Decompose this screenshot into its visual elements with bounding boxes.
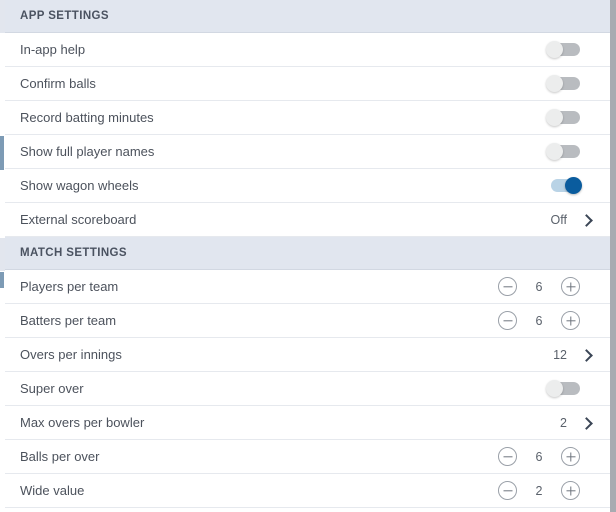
plus-circle-icon[interactable]: [561, 447, 580, 466]
row-external-scoreboard[interactable]: External scoreboard Off: [5, 203, 610, 237]
chevron-right-icon: [581, 417, 592, 428]
row-in-app-help[interactable]: In-app help: [5, 33, 610, 67]
toggle-knob: [546, 109, 563, 126]
plus-circle-icon[interactable]: [561, 481, 580, 500]
row-control: Off: [551, 213, 600, 227]
toggle-super-over[interactable]: [546, 380, 582, 397]
row-overs-per-innings[interactable]: Overs per innings 12: [5, 338, 610, 372]
toggle-knob: [546, 41, 563, 58]
toggle-confirm-balls[interactable]: [546, 75, 582, 92]
row-control: [546, 41, 600, 58]
minus-circle-icon[interactable]: [498, 277, 517, 296]
row-label: Confirm balls: [20, 76, 96, 91]
row-label: Record batting minutes: [20, 110, 154, 125]
stepper-batters-per-team: 6: [498, 311, 580, 330]
toggle-knob: [546, 143, 563, 160]
stepper-wide-value: 2: [498, 481, 580, 500]
row-label: Players per team: [20, 279, 119, 294]
row-record-batting-minutes[interactable]: Record batting minutes: [5, 101, 610, 135]
row-control: 6: [498, 311, 600, 330]
scrollbar-thumb[interactable]: [610, 0, 616, 512]
plus-circle-icon[interactable]: [561, 311, 580, 330]
stepper-value: 2: [535, 483, 543, 498]
section-header-app-settings: APP SETTINGS: [5, 0, 610, 33]
row-super-over[interactable]: Super over: [5, 372, 610, 406]
minus-circle-icon[interactable]: [498, 447, 517, 466]
row-confirm-balls[interactable]: Confirm balls: [5, 67, 610, 101]
row-label: In-app help: [20, 42, 86, 57]
disclosure-value: 12: [553, 347, 567, 362]
toggle-show-full-player-names[interactable]: [546, 143, 582, 160]
sliver-header-band-2: [0, 238, 5, 271]
chevron-right-icon: [581, 349, 592, 360]
minus-circle-icon[interactable]: [498, 311, 517, 330]
toggle-show-wagon-wheels[interactable]: [546, 177, 582, 194]
row-show-full-player-names[interactable]: Show full player names: [5, 135, 610, 169]
sliver-selection-accent-2: [0, 272, 4, 288]
row-control: [546, 143, 600, 160]
row-max-overs-per-bowler[interactable]: Max overs per bowler 2: [5, 406, 610, 440]
toggle-knob: [546, 380, 563, 397]
adjacent-panel-sliver: [0, 0, 5, 512]
toggle-record-batting-minutes[interactable]: [546, 109, 582, 126]
row-control: 2: [498, 481, 600, 500]
vertical-scrollbar[interactable]: [610, 0, 616, 512]
row-control: 12: [553, 348, 600, 362]
stepper-value: 6: [535, 449, 543, 464]
row-label: Super over: [20, 381, 84, 396]
sliver-selection-accent: [0, 136, 4, 170]
settings-list[interactable]: APP SETTINGS In-app help Confirm balls Reco…: [5, 0, 610, 512]
chevron-right-icon: [581, 214, 592, 225]
row-players-per-team[interactable]: Players per team 6: [5, 270, 610, 304]
settings-screen: APP SETTINGS In-app help Confirm balls Reco…: [0, 0, 616, 512]
stepper-players-per-team: 6: [498, 277, 580, 296]
row-label: Batters per team: [20, 313, 117, 328]
disclosure-overs-per-innings[interactable]: 12: [553, 348, 592, 362]
disclosure-max-overs-per-bowler[interactable]: 2: [560, 416, 592, 430]
plus-circle-icon[interactable]: [561, 277, 580, 296]
section-header-match-settings: MATCH SETTINGS: [5, 237, 610, 270]
row-control: 6: [498, 277, 600, 296]
row-label: Max overs per bowler: [20, 415, 145, 430]
row-wide-value[interactable]: Wide value 2: [5, 474, 610, 508]
row-balls-per-over[interactable]: Balls per over 6: [5, 440, 610, 474]
row-batters-per-team[interactable]: Batters per team 6: [5, 304, 610, 338]
toggle-knob: [546, 75, 563, 92]
row-label: Balls per over: [20, 449, 100, 464]
row-control: [546, 177, 600, 194]
row-label: External scoreboard: [20, 212, 137, 227]
toggle-knob: [565, 177, 582, 194]
row-label: Overs per innings: [20, 347, 122, 362]
row-label: Wide value: [20, 483, 85, 498]
stepper-value: 6: [535, 313, 543, 328]
stepper-balls-per-over: 6: [498, 447, 580, 466]
disclosure-value: 2: [560, 415, 567, 430]
row-control: 2: [560, 416, 600, 430]
row-label: Show wagon wheels: [20, 178, 139, 193]
row-show-wagon-wheels[interactable]: Show wagon wheels: [5, 169, 610, 203]
sliver-header-band: [0, 0, 5, 33]
row-control: [546, 109, 600, 126]
disclosure-external-scoreboard[interactable]: Off: [551, 213, 592, 227]
row-control: [546, 75, 600, 92]
minus-circle-icon[interactable]: [498, 481, 517, 500]
section-header-label: MATCH SETTINGS: [20, 247, 127, 259]
stepper-value: 6: [535, 279, 543, 294]
disclosure-value: Off: [550, 212, 567, 227]
toggle-in-app-help[interactable]: [546, 41, 582, 58]
row-control: 6: [498, 447, 600, 466]
section-header-label: APP SETTINGS: [20, 10, 109, 22]
row-label: Show full player names: [20, 144, 155, 159]
row-control: [546, 380, 600, 397]
